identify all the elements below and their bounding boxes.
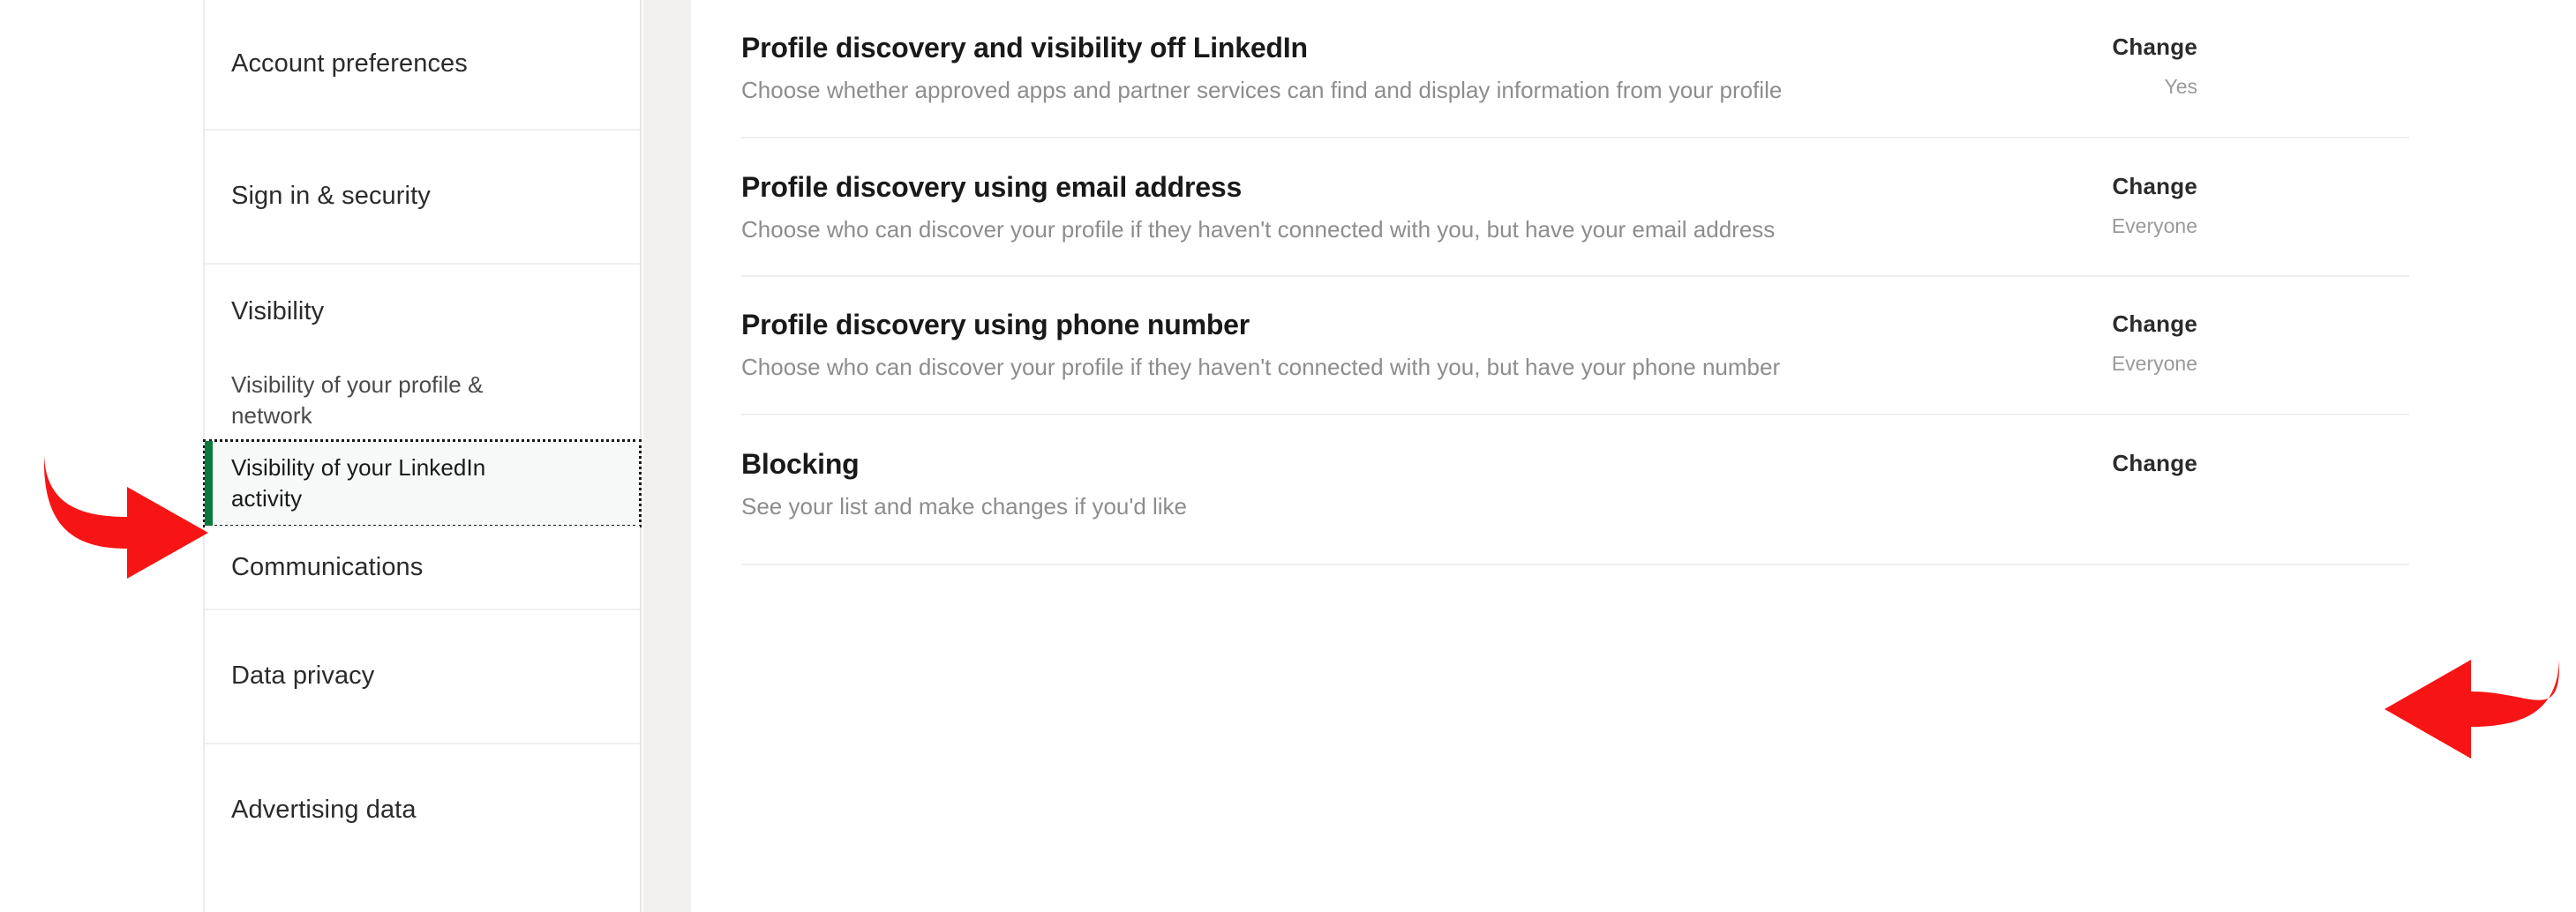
change-button[interactable]: Change — [2112, 310, 2197, 338]
sidebar-item-visibility-of-your-profile-network[interactable]: Visibility of your profile & network — [205, 360, 640, 441]
setting-description: Choose who can discover your profile if … — [741, 215, 1776, 243]
setting-row-text: Profile discovery and visibility off Lin… — [741, 30, 1906, 107]
settings-page: Account preferences Sign in & security V… — [0, 0, 2576, 912]
current-value: Everyone — [2111, 213, 2197, 237]
setting-row-action: Change — [1906, 446, 2197, 491]
sidebar-item-label: Visibility of your profile & network — [231, 370, 484, 429]
setting-description: Choose whether approved apps and partner… — [741, 77, 1783, 103]
panel-gap-divider — [643, 0, 691, 912]
sidebar-item-sign-in-security[interactable]: Sign in & security — [205, 131, 640, 265]
selected-indicator-bar — [205, 441, 213, 526]
settings-sidebar: Account preferences Sign in & security V… — [203, 0, 642, 912]
settings-main-panel: Profile discovery and visibility off Lin… — [691, 0, 2576, 912]
setting-row-action: Change Everyone — [1906, 169, 2197, 238]
sidebar-item-label: Data privacy — [231, 662, 375, 691]
sidebar-item-account-preferences[interactable]: Account preferences — [205, 0, 640, 131]
sidebar-item-visibility[interactable]: Visibility — [205, 265, 640, 360]
current-value: Everyone — [2111, 351, 2197, 375]
sidebar-item-label: Account preferences — [231, 49, 468, 78]
setting-row: Profile discovery using phone number Cho… — [741, 277, 2409, 415]
setting-description: Choose who can discover your profile if … — [741, 353, 1781, 380]
sidebar-item-label: Visibility — [231, 297, 325, 326]
setting-row-text: Blocking See your list and make changes … — [741, 446, 1906, 523]
setting-description: See your list and make changes if you'd … — [741, 492, 1188, 520]
current-value: Yes — [2164, 75, 2197, 98]
setting-row: Blocking See your list and make changes … — [741, 415, 2409, 565]
setting-title: Profile discovery using email address — [741, 170, 1243, 203]
sidebar-item-data-privacy[interactable]: Data privacy — [205, 610, 640, 744]
sidebar-item-visibility-of-your-linkedin-activity[interactable]: Visibility of your LinkedIn activity — [203, 439, 642, 527]
setting-title: Blocking — [741, 447, 860, 480]
sidebar-item-label: Advertising data — [231, 796, 417, 825]
setting-row-action: Change Yes — [1906, 30, 2197, 99]
sidebar-item-label: Communications — [231, 553, 424, 582]
change-button[interactable]: Change — [2112, 173, 2197, 200]
change-button[interactable]: Change — [2112, 450, 2197, 477]
setting-row: Profile discovery using email address Ch… — [741, 138, 2409, 277]
setting-row-action: Change Everyone — [1906, 307, 2197, 376]
setting-row-text: Profile discovery using email address Ch… — [741, 169, 1906, 246]
setting-title: Profile discovery using phone number — [741, 308, 1250, 340]
sidebar-item-label: Visibility of your LinkedIn activity — [231, 453, 486, 512]
sidebar-item-label: Sign in & security — [231, 182, 431, 211]
left-gutter — [0, 0, 203, 912]
setting-title: Profile discovery and visibility off Lin… — [741, 32, 1308, 64]
setting-row: Profile discovery and visibility off Lin… — [741, 0, 2409, 138]
sidebar-item-advertising-data[interactable]: Advertising data — [205, 744, 640, 877]
sidebar-item-communications[interactable]: Communications — [205, 526, 640, 610]
setting-row-text: Profile discovery using phone number Cho… — [741, 307, 1906, 384]
settings-list: Profile discovery and visibility off Lin… — [741, 0, 2409, 565]
change-button[interactable]: Change — [2112, 34, 2197, 61]
